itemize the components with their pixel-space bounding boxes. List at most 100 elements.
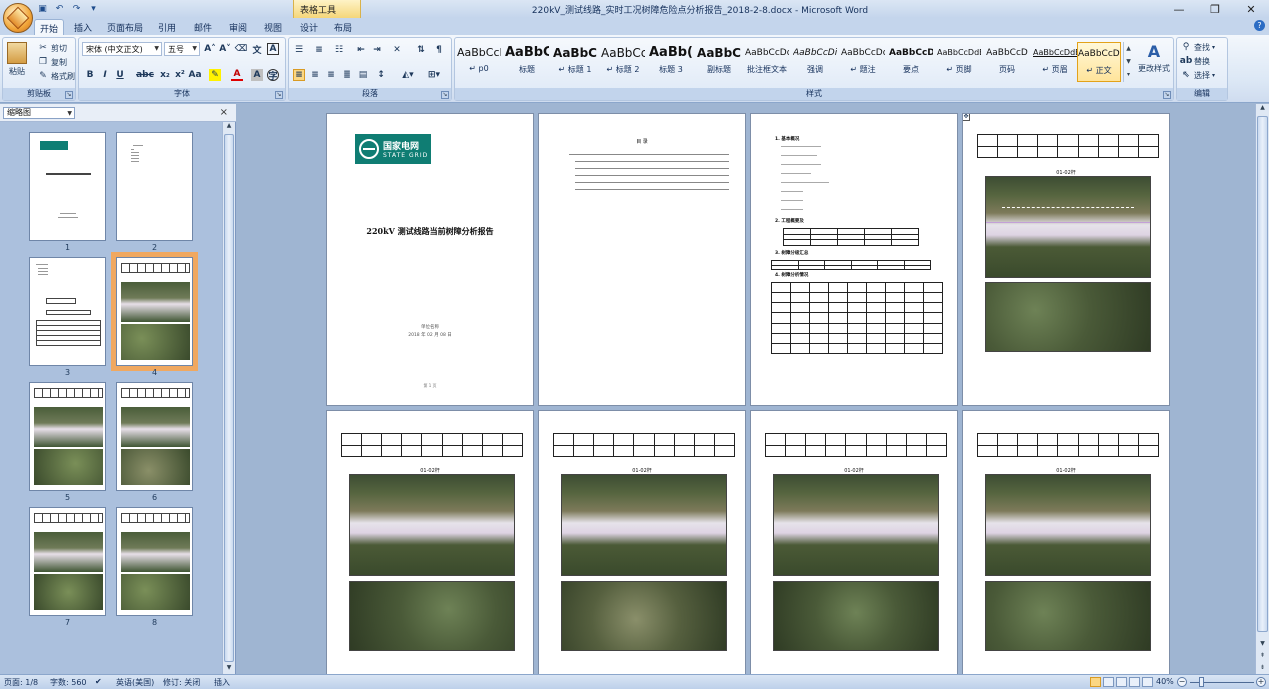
scroll-down-icon[interactable]: ▼ <box>223 664 235 674</box>
save-icon[interactable]: ▣ <box>36 2 49 15</box>
align-right-button[interactable]: ≡ <box>325 69 337 81</box>
shading-button[interactable]: ◭▾ <box>397 69 419 81</box>
page-thumbnail-2[interactable] <box>116 132 193 241</box>
styles-scroll[interactable]: ▲ ▼ ▾ <box>1123 42 1133 82</box>
style-footer[interactable]: AaBbCcDdE ↵ 页脚 <box>937 42 981 82</box>
table-move-handle-icon[interactable]: ✥ <box>963 114 970 121</box>
draft-view-icon[interactable] <box>1142 677 1153 687</box>
page-7[interactable]: 01-02杆 <box>750 410 958 689</box>
insert-mode-status[interactable]: 插入 <box>214 677 230 688</box>
page-2[interactable]: 目 录 <box>538 113 746 406</box>
customize-icon[interactable]: ▾ <box>87 2 100 15</box>
style-normal[interactable]: AaBbCcDc ↵ 正文 <box>1077 42 1121 82</box>
page-thumbnail-5[interactable] <box>29 382 106 491</box>
word-count[interactable]: 字数: 560 <box>50 677 87 688</box>
change-styles-button[interactable]: A 更改样式 <box>1137 42 1171 74</box>
char-shading-button[interactable]: A <box>251 69 263 81</box>
char-border-button[interactable]: A <box>267 43 279 55</box>
full-screen-reading-icon[interactable] <box>1103 677 1114 687</box>
page-6[interactable]: 01-02杆 <box>538 410 746 689</box>
italic-button[interactable]: I <box>99 69 111 81</box>
tab-view[interactable]: 视图 <box>260 19 286 35</box>
next-page-icon[interactable]: ⇟ <box>1256 664 1269 674</box>
multilevel-list-button[interactable]: ☷ <box>333 44 345 56</box>
scroll-down-icon[interactable]: ▼ <box>1256 640 1269 650</box>
style-key-point[interactable]: AaBbCcD 要点 <box>889 42 933 82</box>
decrease-indent-button[interactable]: ⇤ <box>355 44 367 56</box>
page-8[interactable]: 01-02杆 <box>962 410 1170 689</box>
undo-icon[interactable]: ↶ <box>53 2 66 15</box>
close-pane-icon[interactable]: × <box>220 107 228 118</box>
strikethrough-button[interactable]: abc <box>136 69 154 81</box>
redo-icon[interactable]: ↷ <box>70 2 83 15</box>
style-subtitle[interactable]: AaBbC 副标题 <box>697 42 741 82</box>
style-heading-3[interactable]: AaBb(标题 3 <box>649 42 693 82</box>
superscript-button[interactable]: x² <box>174 69 186 81</box>
underline-button[interactable]: U <box>114 69 126 81</box>
style-title[interactable]: AaBbC 标题 <box>505 42 549 82</box>
highlight-button[interactable]: ✎ <box>209 69 221 81</box>
styles-launcher-icon[interactable]: ↘ <box>1163 91 1171 99</box>
bullets-button[interactable]: ☰ <box>293 44 305 56</box>
page-4[interactable]: ✥ 01-02杆 <box>962 113 1170 406</box>
increase-indent-button[interactable]: ⇥ <box>371 44 383 56</box>
style-emphasis[interactable]: AaBbCcDi 强调 <box>793 42 837 82</box>
align-center-button[interactable]: ≡ <box>309 69 321 81</box>
track-changes-status[interactable]: 修订: 关闭 <box>163 677 200 688</box>
language-indicator[interactable]: 英语(美国) <box>116 677 154 688</box>
page-5[interactable]: 01-02杆 <box>326 410 534 689</box>
document-scrollbar[interactable]: ▲ ▼ ⇞ ⇟ <box>1255 104 1269 674</box>
cut-button[interactable]: ✂ 剪切 <box>37 42 67 54</box>
style-page-number[interactable]: AaBbCcD 页码 <box>985 42 1029 82</box>
page-3[interactable]: 1. 基本概况 2. 工程概要及 3. 树障分级汇总 4. 树障分析情况 <box>750 113 958 406</box>
page-thumbnail-8[interactable] <box>116 507 193 616</box>
copy-button[interactable]: ❐ 复制 <box>37 56 67 68</box>
sort-button[interactable]: ⇅ <box>415 44 427 56</box>
style-caption[interactable]: AaBbCcDd ↵ 题注 <box>841 42 885 82</box>
scroll-up-icon[interactable]: ▲ <box>223 122 235 132</box>
tab-layout[interactable]: 布局 <box>330 19 356 35</box>
page-1[interactable]: 国家电网 STATE GRID 220kV 测试线路当前树障分析报告 单位名称 … <box>326 113 534 406</box>
outline-view-icon[interactable] <box>1129 677 1140 687</box>
close-icon[interactable]: ✕ <box>1233 0 1269 18</box>
zoom-level[interactable]: 40% <box>1156 677 1174 686</box>
font-name-dropdown[interactable]: 宋体 (中文正文) ▼ <box>82 42 162 56</box>
page-thumbnail-4[interactable] <box>111 252 198 371</box>
font-size-dropdown[interactable]: 五号 ▼ <box>164 42 200 56</box>
bold-button[interactable]: B <box>84 69 96 81</box>
replace-button[interactable]: ab 替换 <box>1180 55 1210 67</box>
show-marks-button[interactable]: ¶ <box>433 44 445 56</box>
style-heading-1[interactable]: AaBbC ↵ 标题 1 <box>553 42 597 82</box>
font-color-button[interactable]: A <box>231 69 243 81</box>
scroll-up-icon[interactable]: ▲ <box>1256 104 1269 114</box>
thumbnail-scrollbar[interactable]: ▲ ▼ <box>222 122 235 674</box>
find-button[interactable]: ⚲ 查找 ▾ <box>1180 41 1215 53</box>
tab-insert[interactable]: 插入 <box>70 19 96 35</box>
line-spacing-button[interactable]: ↕ <box>375 69 387 81</box>
minimize-icon[interactable]: — <box>1161 0 1197 18</box>
restore-icon[interactable]: ❐ <box>1197 0 1233 18</box>
navigation-view-select[interactable]: 缩略图 ▼ <box>3 107 75 119</box>
help-icon[interactable]: ? <box>1254 20 1265 31</box>
scroll-thumb[interactable] <box>224 134 234 662</box>
zoom-in-icon[interactable]: + <box>1256 677 1266 687</box>
tab-review[interactable]: 审阅 <box>225 19 251 35</box>
style-header[interactable]: AaBbCcDdE ↵ 页眉 <box>1033 42 1077 82</box>
previous-page-icon[interactable]: ⇞ <box>1256 652 1269 662</box>
print-layout-view-icon[interactable] <box>1090 677 1101 687</box>
format-painter-button[interactable]: ✎ 格式刷 <box>37 70 75 82</box>
clear-format-button[interactable]: ⌫ <box>235 43 248 55</box>
align-left-button[interactable]: ≡ <box>293 69 305 81</box>
font-launcher-icon[interactable]: ↘ <box>275 91 283 99</box>
justify-button[interactable]: ≣ <box>341 69 353 81</box>
style-heading-2[interactable]: AaBbCc ↵ 标题 2 <box>601 42 645 82</box>
phonetic-button[interactable]: 文 <box>251 43 263 56</box>
chinese-layout-button[interactable]: ✕ <box>391 44 403 56</box>
scroll-thumb[interactable] <box>1257 116 1268 632</box>
tab-design[interactable]: 设计 <box>296 19 322 35</box>
paste-button[interactable]: 粘贴 <box>7 42 27 77</box>
distribute-button[interactable]: ▤ <box>357 69 369 81</box>
zoom-out-icon[interactable]: − <box>1177 677 1187 687</box>
tab-home[interactable]: 开始 <box>34 19 64 35</box>
page-thumbnail-1[interactable] <box>29 132 106 241</box>
